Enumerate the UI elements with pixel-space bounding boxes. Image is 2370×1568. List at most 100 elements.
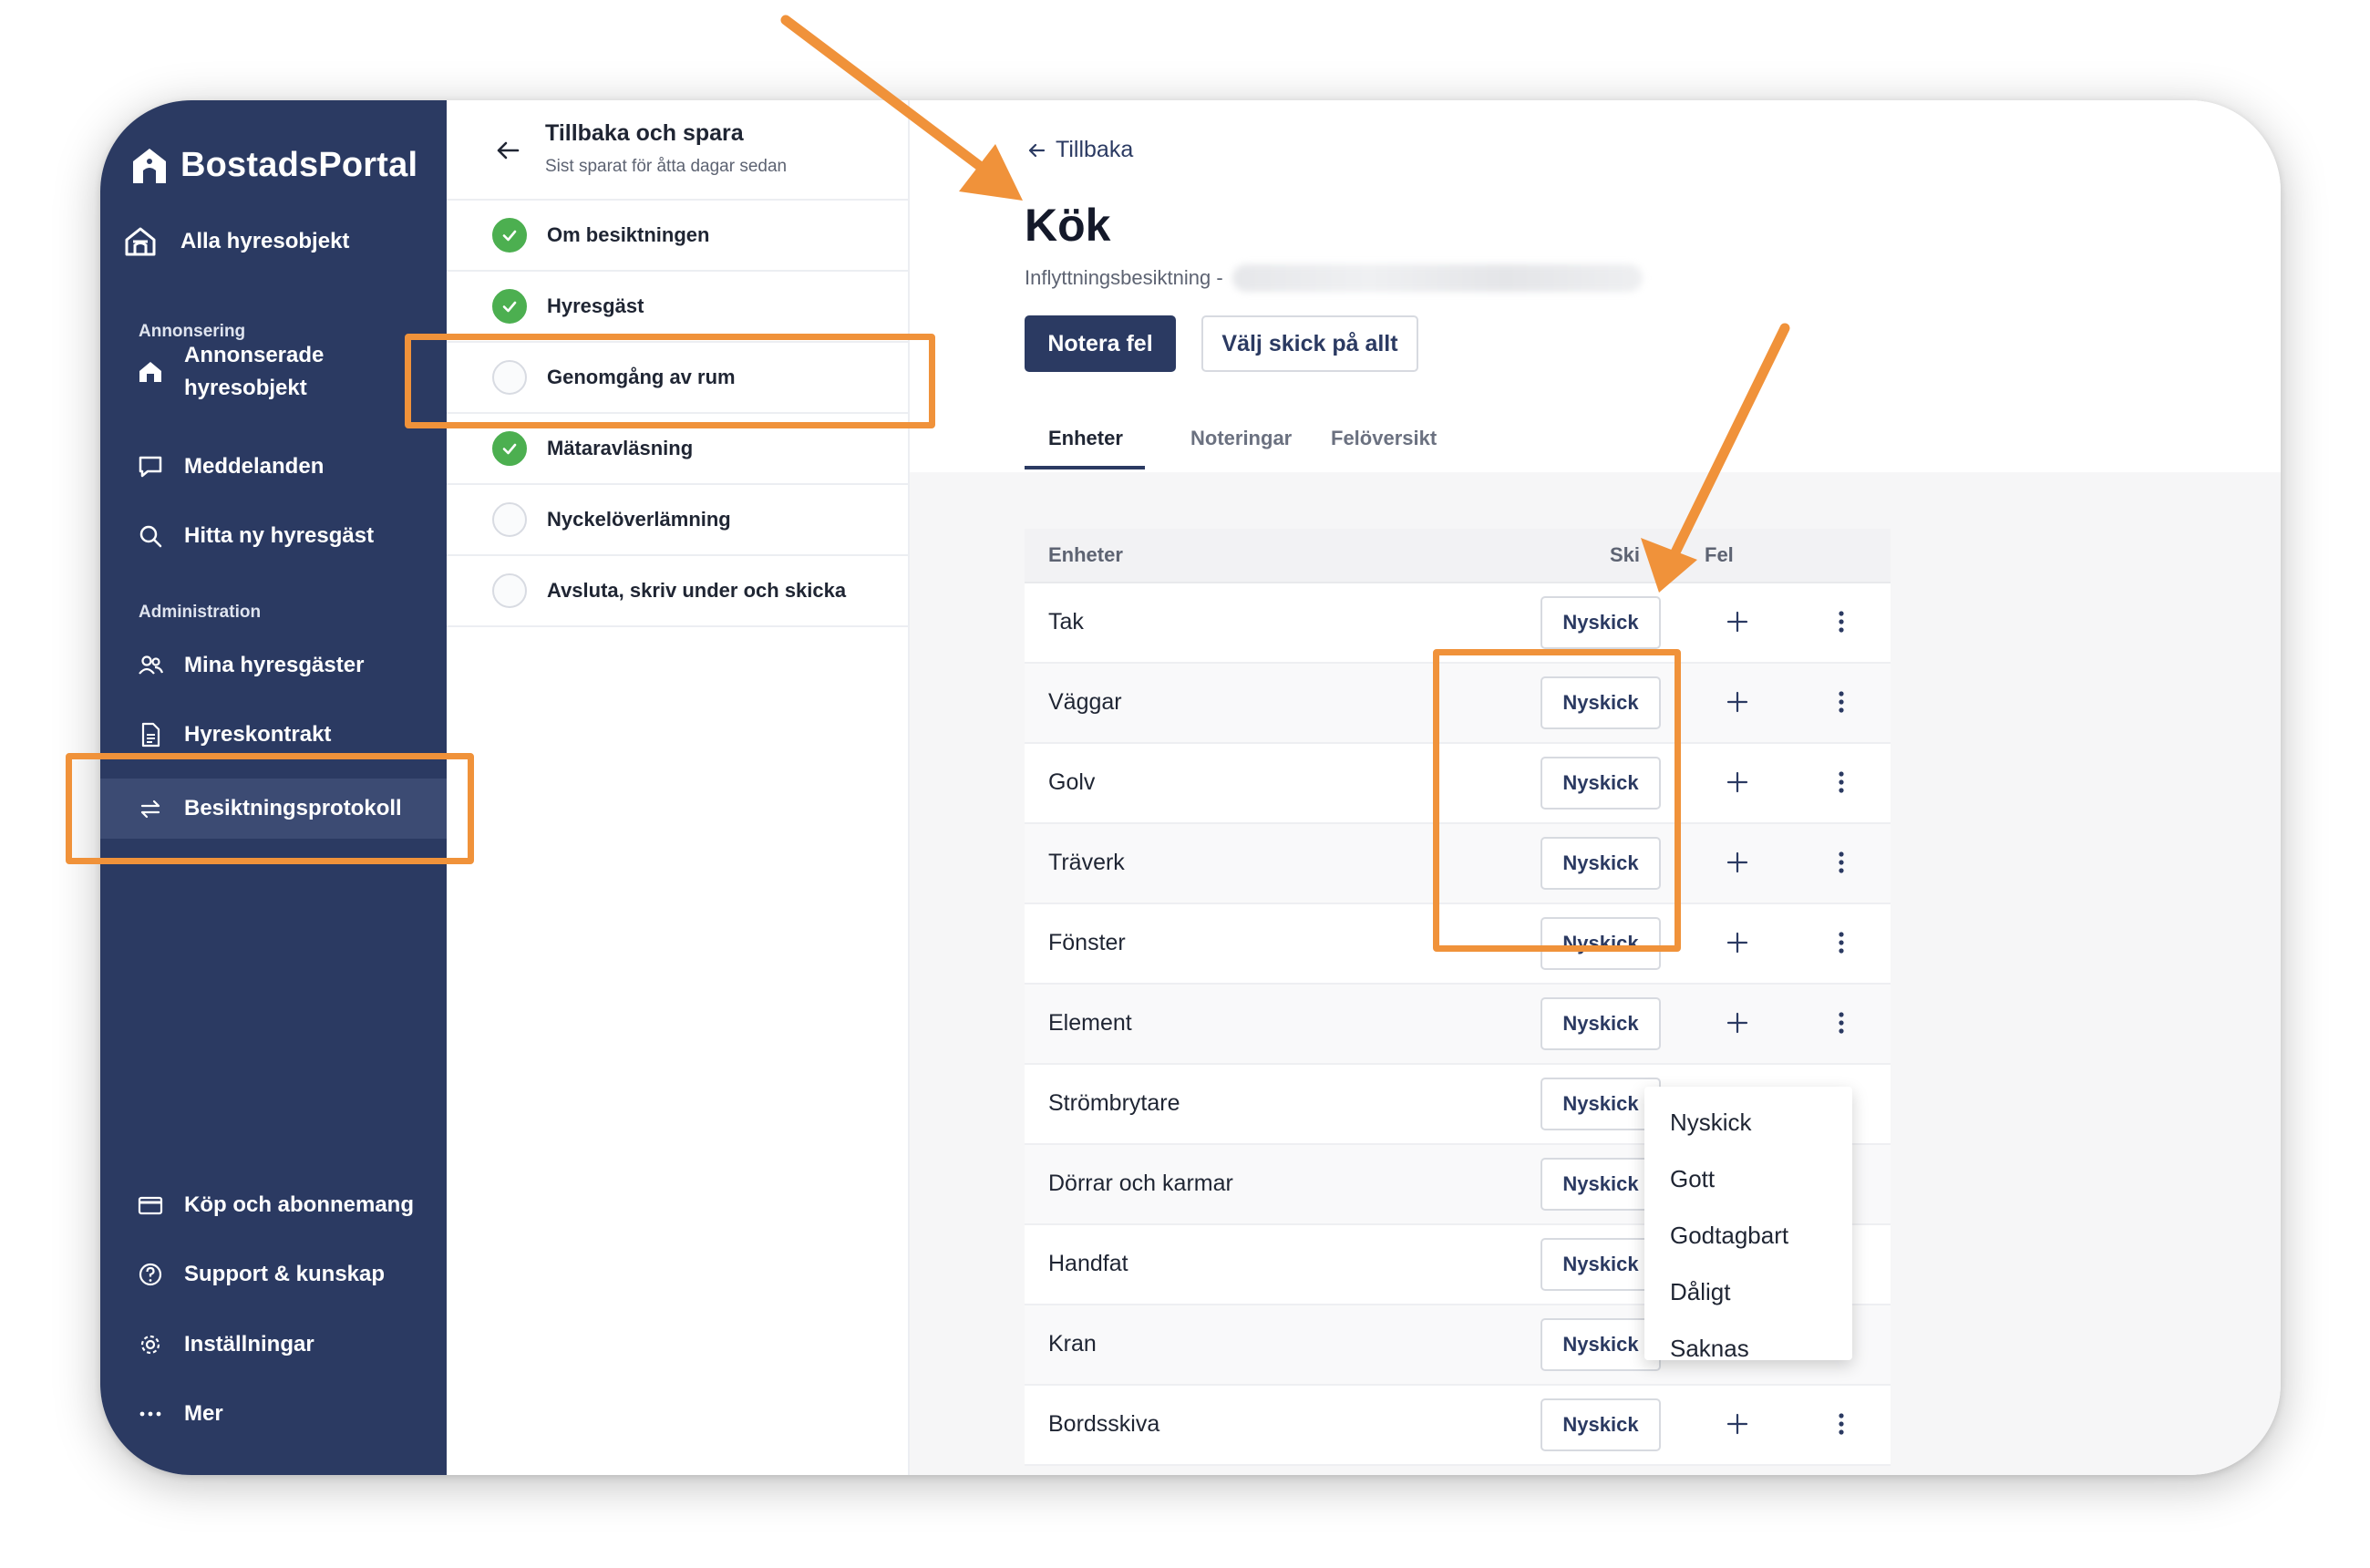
check-circle-icon	[492, 289, 527, 324]
condition-select[interactable]: Nyskick	[1540, 1318, 1661, 1371]
add-fault-icon[interactable]	[1723, 768, 1752, 797]
step-om-besiktningen[interactable]: Om besiktningen	[447, 201, 908, 272]
more-vertical-icon[interactable]	[1827, 928, 1856, 957]
search-icon	[137, 522, 164, 550]
back-link[interactable]: Tillbaka	[1026, 137, 1133, 163]
unit-name: Golv	[1048, 769, 1096, 795]
step-label: Mätaravläsning	[547, 437, 694, 459]
more-horizontal-icon	[137, 1400, 164, 1428]
table-row: Bordsskiva Nyskick	[1025, 1386, 1891, 1466]
section-title-administration: Administration	[139, 603, 262, 622]
sidebar-item-label: Mina hyresgäster	[184, 653, 365, 677]
arrow-left-icon[interactable]	[494, 137, 521, 164]
last-saved-text: Sist sparat för åtta dagar sedan	[545, 157, 788, 176]
arrow-left-icon	[1026, 140, 1046, 160]
sidebar-item-label: Meddelanden	[184, 454, 325, 479]
dropdown-option-daligt[interactable]: Dåligt	[1644, 1264, 1852, 1320]
sidebar-item-kop-och-abonnemang[interactable]: Köp och abonnemang	[137, 1191, 414, 1219]
sidebar-item-label: Alla hyresobjekt	[180, 229, 350, 253]
column-header-skick: Ski	[1610, 543, 1641, 566]
logo[interactable]: BostadsPortal	[131, 146, 417, 185]
condition-select[interactable]: Nyskick	[1540, 997, 1661, 1050]
sidebar-item-meddelanden[interactable]: Meddelanden	[137, 453, 324, 480]
more-vertical-icon[interactable]	[1827, 607, 1856, 636]
empty-circle-icon	[492, 502, 527, 537]
condition-select[interactable]: Nyskick	[1540, 1238, 1661, 1291]
more-vertical-icon[interactable]	[1827, 1409, 1856, 1439]
add-fault-icon[interactable]	[1723, 928, 1752, 957]
unit-name: Element	[1048, 1010, 1132, 1036]
tab-feloversikt[interactable]: Felöversikt	[1331, 427, 1437, 450]
column-header-enheter: Enheter	[1048, 543, 1123, 566]
more-vertical-icon[interactable]	[1827, 768, 1856, 797]
dropdown-option-gott[interactable]: Gott	[1644, 1150, 1852, 1207]
redacted-address	[1231, 264, 1643, 292]
page-title: Kök	[1025, 200, 1111, 251]
sidebar-item-alla-hyresobjekt[interactable]: Alla hyresobjekt	[124, 225, 349, 258]
step-hyresgast[interactable]: Hyresgäst	[447, 272, 908, 343]
unit-name: Dörrar och karmar	[1048, 1171, 1233, 1196]
sidebar-item-label: Hitta ny hyresgäst	[184, 523, 375, 548]
sidebar-item-label: Support & kunskap	[184, 1262, 386, 1286]
more-vertical-icon[interactable]	[1827, 1008, 1856, 1037]
condition-select[interactable]: Nyskick	[1540, 596, 1661, 649]
app-name: BostadsPortal	[180, 146, 418, 184]
more-vertical-icon[interactable]	[1827, 848, 1856, 877]
help-icon	[137, 1261, 164, 1288]
sidebar-item-label: Inställningar	[184, 1332, 314, 1357]
tab-enheter[interactable]: Enheter	[1048, 427, 1123, 450]
check-circle-icon	[492, 431, 527, 466]
sidebar-item-annonserade-hyresobjekt[interactable]: Annonserade hyresobjekt	[137, 339, 324, 405]
step-avsluta[interactable]: Avsluta, skriv under och skicka	[447, 556, 908, 627]
back-label: Tillbaka	[1056, 137, 1134, 162]
valj-skick-pa-allt-button[interactable]: Välj skick på allt	[1201, 315, 1418, 372]
highlight-box-genomgang	[405, 334, 935, 428]
gear-icon	[137, 1331, 164, 1358]
condition-select[interactable]: Nyskick	[1540, 1078, 1661, 1130]
unit-name: Bordsskiva	[1048, 1411, 1160, 1437]
condition-select[interactable]: Nyskick	[1540, 1158, 1661, 1211]
table-row: Element Nyskick	[1025, 985, 1891, 1065]
notera-fel-button[interactable]: Notera fel	[1025, 315, 1176, 372]
unit-name: Strömbrytare	[1048, 1090, 1180, 1116]
highlight-box-dropdown	[1433, 649, 1681, 952]
column-header-fel: Fel	[1705, 543, 1734, 566]
step-label: Om besiktningen	[547, 223, 710, 246]
unit-name: Handfat	[1048, 1251, 1128, 1276]
step-label: Nyckelöverlämning	[547, 508, 731, 531]
house-logo-icon	[131, 147, 168, 185]
condition-select[interactable]: Nyskick	[1540, 1398, 1661, 1451]
add-fault-icon[interactable]	[1723, 607, 1752, 636]
more-vertical-icon[interactable]	[1827, 687, 1856, 717]
dropdown-option-saknas[interactable]: Saknas	[1644, 1320, 1852, 1377]
sidebar-item-label: Hyreskontrakt	[184, 722, 332, 747]
active-tab-indicator	[1025, 466, 1145, 469]
steps-header[interactable]: Tillbaka och spara Sist sparat för åtta …	[447, 100, 908, 201]
tab-noteringar[interactable]: Noteringar	[1190, 427, 1292, 450]
dropdown-option-godtagbart[interactable]: Godtagbart	[1644, 1207, 1852, 1264]
step-nyckeloverlamning[interactable]: Nyckelöverlämning	[447, 485, 908, 556]
unit-name: Fönster	[1048, 930, 1126, 955]
add-fault-icon[interactable]	[1723, 687, 1752, 717]
dropdown-option-nyskick[interactable]: Nyskick	[1644, 1094, 1852, 1150]
table-header: Enheter Ski Fel	[1025, 529, 1891, 583]
home-icon	[124, 225, 157, 258]
condition-dropdown-menu: Nyskick Gott Godtagbart Dåligt Saknas	[1644, 1087, 1852, 1362]
sidebar-item-support[interactable]: Support & kunskap	[137, 1261, 385, 1288]
sidebar-item-label: Annonserade hyresobjekt	[184, 343, 325, 400]
unit-name: Tak	[1048, 609, 1084, 634]
sidebar-item-installningar[interactable]: Inställningar	[137, 1331, 314, 1358]
house-icon	[137, 358, 164, 386]
add-fault-icon[interactable]	[1723, 1409, 1752, 1439]
empty-circle-icon	[492, 573, 527, 608]
document-icon	[137, 721, 164, 748]
chat-icon	[137, 453, 164, 480]
sidebar-item-label: Mer	[184, 1401, 223, 1426]
add-fault-icon[interactable]	[1723, 1008, 1752, 1037]
sidebar-item-mina-hyresgaster[interactable]: Mina hyresgäster	[137, 652, 364, 679]
sidebar-item-hitta-ny-hyresgast[interactable]: Hitta ny hyresgäst	[137, 522, 374, 550]
unit-name: Kran	[1048, 1331, 1097, 1357]
add-fault-icon[interactable]	[1723, 848, 1752, 877]
sidebar-item-hyreskontrakt[interactable]: Hyreskontrakt	[137, 721, 331, 748]
sidebar-item-mer[interactable]: Mer	[137, 1400, 223, 1428]
